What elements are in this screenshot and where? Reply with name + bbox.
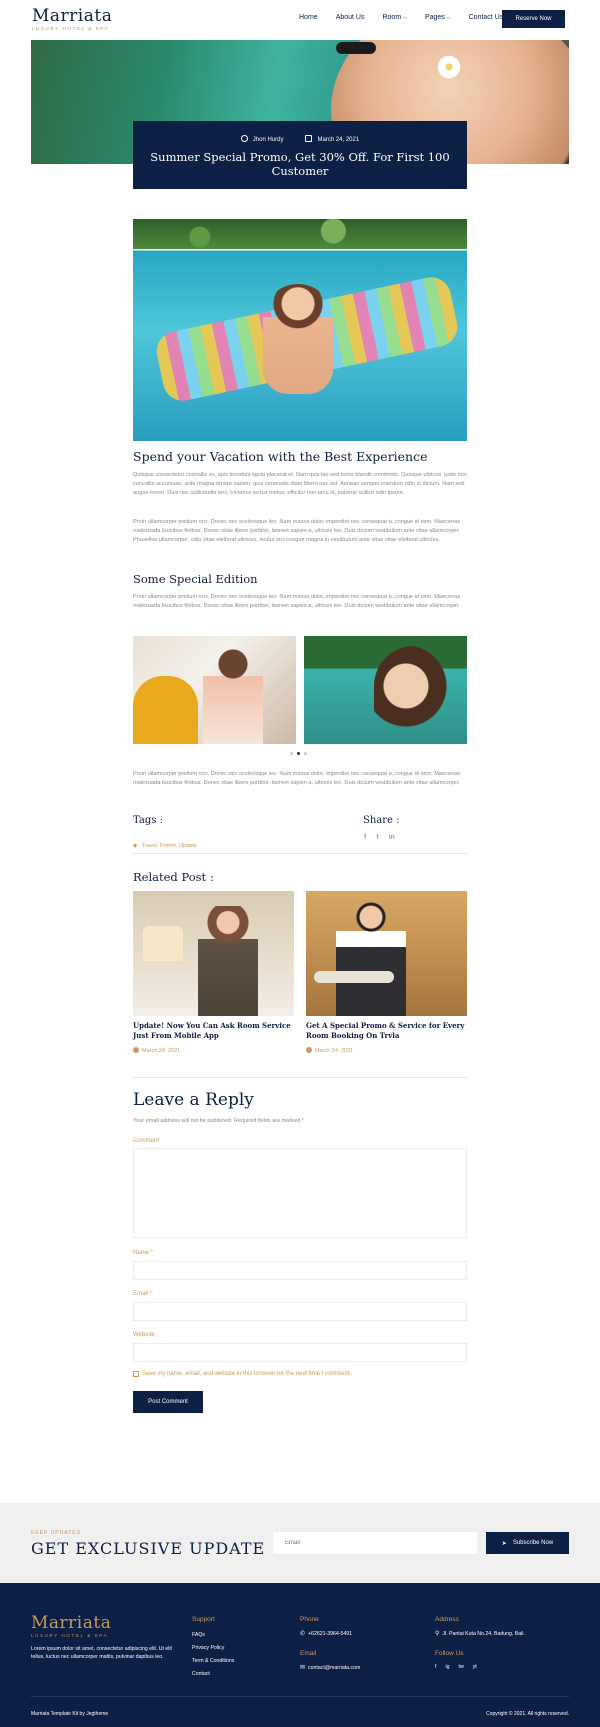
address-heading: Address [435,1616,459,1623]
footer-address: ⚲ Jl. Pantai Kuta No.24, Badung, Bali. [435,1631,525,1637]
footer-copyright: Copyright © 2021. All rights reserved. [486,1711,569,1717]
post-title: Summer Special Promo, Get 30% Off. For F… [150,150,450,178]
nav-contact[interactable]: Contact Us [469,14,504,21]
share-icons: f t in [364,834,395,841]
footer-about: Lorem ipsum dolor sit amet, consectetur … [31,1646,172,1660]
tags-heading: Tags : [133,815,163,826]
calendar-icon [305,135,313,142]
related-post-title[interactable]: Get A Special Promo & Service for Every … [306,1021,467,1040]
tag-icon: ◆ [133,843,138,849]
carousel-dots [290,752,307,755]
chevron-down-icon: ⌵ [403,15,407,21]
logo-subtitle: LUXURY HOTEL & SPA [32,26,110,31]
email-field[interactable] [133,1302,467,1321]
post-comment-button[interactable]: Post Comment [133,1391,203,1413]
post-date: March 24, 2021 [305,135,359,143]
section-title-vacation: Spend your Vacation with the Best Experi… [133,449,428,464]
support-heading: Support [192,1616,215,1623]
linkedin-icon[interactable]: in [389,834,395,841]
site-logo[interactable]: Marriata LUXURY HOTEL & SPA [32,7,132,31]
reply-heading: Leave a Reply [133,1090,254,1110]
footer-credit: Marriata Template Kit by Jegtheme [31,1711,109,1717]
comment-label: Comment [133,1138,160,1144]
gallery-image-pool[interactable] [304,636,467,744]
related-post-date: March 24, 2021 [133,1047,180,1054]
nav-room[interactable]: Room ⌵ [382,14,406,21]
footer-divider [31,1696,569,1697]
footer-email[interactable]: ✉ contact@marriata.com [300,1664,360,1671]
carousel-dot[interactable] [290,752,293,755]
post-featured-image [133,219,467,441]
footer-link-terms[interactable]: Term & Conditions [192,1658,234,1664]
newsletter-heading: GET EXCLUSIVE UPDATE [31,1539,266,1558]
tags-list: ◆ Travel, Promo, Update [133,834,197,852]
newsletter-kicker: KEEP UPDATED [31,1530,82,1536]
footer-social: f ig tw yt [435,1664,477,1670]
related-post-date: March 24, 2021 [306,1047,353,1054]
website-label: Website [133,1332,155,1338]
carousel-dot[interactable] [304,752,307,755]
comment-textarea[interactable] [133,1148,467,1238]
footer-link-faqs[interactable]: FAQs [192,1632,205,1638]
chevron-down-icon: ⌵ [446,15,451,21]
save-info-row: Save my name, email, and website in this… [133,1371,351,1377]
reserve-now-button[interactable]: Reserve Now [502,10,565,28]
footer-phone[interactable]: ✆ +62621-3964-5491 [300,1630,352,1637]
location-pin-icon: ⚲ [435,1631,440,1637]
related-heading: Related Post : [133,870,214,884]
reply-note: Your email address will not be published… [133,1118,304,1124]
nav-pages[interactable]: Pages ⌵ [425,14,451,21]
nav-home[interactable]: Home [299,14,318,21]
section-title-special: Some Special Edition [133,572,258,586]
email-label: Email * [133,1291,153,1297]
footer-logo-title: Marriata [31,1613,112,1633]
youtube-icon[interactable]: yt [473,1664,477,1670]
nav-about[interactable]: About Us [336,14,365,21]
facebook-icon[interactable]: f [435,1664,436,1670]
footer-logo-subtitle: LUXURY HOTEL & SPA [31,1633,109,1638]
share-heading: Share : [363,815,400,826]
save-info-checkbox[interactable] [133,1371,139,1377]
newsletter-email-input[interactable] [273,1532,477,1554]
related-post-image[interactable] [133,891,294,1016]
related-post-image[interactable] [306,891,467,1016]
paragraph: Proin ullamcorper pretium orci. Donec ne… [133,594,461,609]
save-info-label: Save my name, email, and website in this… [142,1371,352,1377]
logo-title: Marriata [32,6,113,26]
carousel-dot[interactable] [297,752,300,755]
twitter-icon[interactable]: t [376,834,378,841]
clock-icon [306,1047,312,1053]
send-icon: ➤ [501,1540,507,1547]
name-field[interactable] [133,1261,467,1280]
footer-logo[interactable]: Marriata LUXURY HOTEL & SPA [31,1613,111,1638]
paragraph: Proin ullamcorper pretium orci. Donec ne… [133,771,461,786]
user-icon [240,135,248,142]
mail-icon: ✉ [300,1665,306,1671]
divider [133,853,467,854]
paragraph: Quisque consectetur convallis ex, quis t… [133,472,467,496]
website-field[interactable] [133,1343,467,1362]
email-heading: Email [300,1650,317,1657]
tags-text[interactable]: Travel, Promo, Update [142,843,197,849]
phone-heading: Phone [300,1616,319,1623]
instagram-icon[interactable]: ig [445,1664,449,1670]
paragraph: Proin ullamcorper pretium orci. Donec ne… [133,519,461,543]
footer-link-contact[interactable]: Contact [192,1671,210,1677]
facebook-icon[interactable]: f [364,834,366,841]
follow-heading: Follow Us [435,1650,464,1657]
footer-link-privacy[interactable]: Privacy Policy [192,1645,224,1651]
post-title-box: Jhon Hurdy March 24, 2021 Summer Special… [133,121,467,189]
post-author[interactable]: Jhon Hurdy [240,135,283,143]
related-post-title[interactable]: Update! Now You Can Ask Room Service Jus… [133,1021,294,1040]
subscribe-button[interactable]: ➤ Subscribe Now [486,1532,569,1554]
twitter-icon[interactable]: tw [459,1664,464,1670]
main-nav: Home About Us Room ⌵ Pages ⌵ Contact Us [299,14,521,21]
clock-icon [133,1047,139,1053]
name-label: Name * [133,1250,154,1256]
divider [133,1077,467,1078]
phone-icon: ✆ [300,1631,306,1637]
gallery-image-spa[interactable] [133,636,296,744]
